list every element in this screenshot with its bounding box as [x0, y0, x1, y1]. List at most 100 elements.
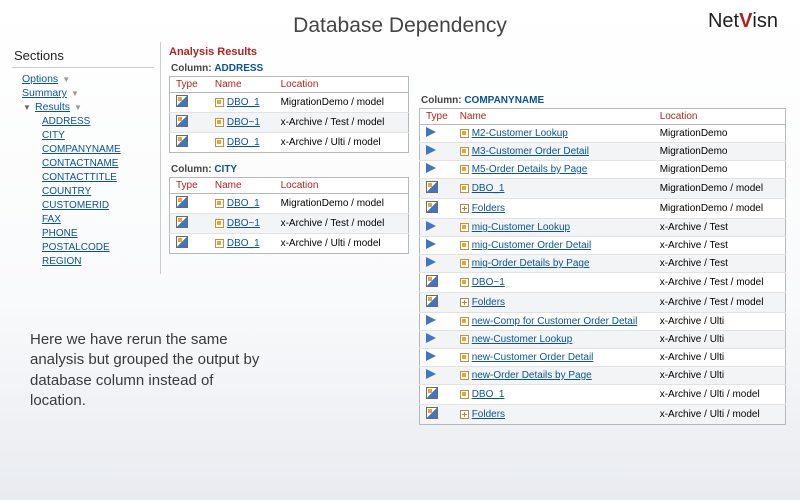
sidebar-sublink[interactable]: ADDRESS — [42, 116, 90, 127]
sidebar-subitem[interactable]: CONTACTNAME — [42, 156, 154, 170]
cell-type — [170, 194, 209, 214]
column-label-value: CITY — [214, 164, 237, 175]
table-row[interactable]: M5-Order Details by PageMigrationDemo — [420, 161, 786, 179]
row-link[interactable]: DBO_1 — [227, 198, 260, 209]
cell-name: new-Order Details by Page — [454, 367, 654, 385]
logo: NetVisn — [708, 10, 778, 33]
row-link[interactable]: new-Customer Order Detail — [472, 352, 594, 363]
row-link[interactable]: new-Order Details by Page — [472, 370, 592, 381]
sidebar-sublink[interactable]: REGION — [42, 256, 81, 267]
table-row[interactable]: mig-Customer Lookupx-Archive / Test — [420, 219, 786, 237]
sidebar-header: Sections — [12, 46, 154, 68]
table-row[interactable]: DBO~1 x-Archive / Test / model — [170, 113, 409, 133]
table-row[interactable]: M2-Customer LookupMigrationDemo — [420, 125, 786, 143]
table-row[interactable]: DBO~1x-Archive / Test / model — [170, 214, 409, 234]
row-link[interactable]: DBO~1 — [227, 117, 260, 128]
row-link[interactable]: DBO_1 — [227, 238, 260, 249]
sidebar-link[interactable]: Options — [22, 73, 58, 85]
th-name[interactable]: Name — [209, 178, 275, 194]
sidebar-sublink[interactable]: CITY — [42, 130, 65, 141]
row-link[interactable]: new-Customer Lookup — [472, 334, 573, 345]
table-row[interactable]: DBO~1x-Archive / Test / model — [420, 273, 786, 293]
cell-name: DBO_1 — [454, 385, 654, 405]
th-location[interactable]: Location — [275, 178, 409, 194]
sidebar-sublink[interactable]: CUSTOMERID — [42, 200, 109, 211]
table-row[interactable]: new-Customer Lookup x-Archive / Ulti — [420, 331, 786, 349]
row-link[interactable]: new-Comp for Customer Order Detail — [472, 316, 638, 327]
report-icon — [176, 236, 188, 248]
sidebar-link[interactable]: Results — [35, 101, 70, 113]
cell-location: x-Archive / Ulti — [654, 331, 786, 349]
table-row[interactable]: new-Customer Order Detailx-Archive / Ult… — [420, 349, 786, 367]
sidebar-sublink[interactable]: POSTALCODE — [42, 242, 110, 253]
sidebar-sublink[interactable]: COMPANYNAME — [42, 144, 121, 155]
row-link[interactable]: mig-Order Details by Page — [472, 258, 590, 269]
row-link[interactable]: DBO~1 — [472, 277, 505, 288]
table-row[interactable]: DBO_1MigrationDemo / model — [170, 93, 409, 113]
table-row[interactable]: Foldersx-Archive / Ulti / model — [420, 405, 786, 425]
table-row[interactable]: new-Order Details by Pagex-Archive / Ult… — [420, 367, 786, 385]
sidebar-subitem[interactable]: PHONE — [42, 226, 154, 240]
page-title: Database Dependency — [0, 0, 800, 42]
report-icon — [426, 201, 438, 213]
sidebar-subitem[interactable]: CUSTOMERID — [42, 198, 154, 212]
report-icon — [176, 196, 188, 208]
object-icon — [460, 317, 469, 326]
sidebar-subitem[interactable]: POSTALCODE — [42, 240, 154, 254]
table-row[interactable]: DBO_1x-Archive / Ulti / model — [170, 133, 409, 153]
sidebar-subitem[interactable]: COMPANYNAME — [42, 142, 154, 156]
row-link[interactable]: DBO_1 — [227, 137, 260, 148]
table-row[interactable]: DBO_1MigrationDemo / model — [420, 179, 786, 199]
table-row[interactable]: mig-Order Details by Pagex-Archive / Tes… — [420, 255, 786, 273]
sidebar-item-results[interactable]: ▼ Results ▼ — [22, 100, 154, 114]
th-name[interactable]: Name — [209, 77, 275, 93]
row-link[interactable]: mig-Customer Lookup — [472, 222, 570, 233]
table-row[interactable]: DBO_1x-Archive / Ulti / model — [420, 385, 786, 405]
cell-location: x-Archive / Test / model — [275, 113, 409, 133]
th-type[interactable]: Type — [170, 77, 209, 93]
table-row[interactable]: DBO_1MigrationDemo / model — [170, 194, 409, 214]
sidebar-item-options[interactable]: Options ▼ — [22, 72, 154, 86]
cell-location: MigrationDemo / model — [654, 199, 786, 219]
row-link[interactable]: mig-Customer Order Detail — [472, 240, 591, 251]
row-link[interactable]: DBO~1 — [227, 218, 260, 229]
row-link[interactable]: DBO_1 — [472, 389, 505, 400]
sidebar-link[interactable]: Summary — [22, 87, 67, 99]
row-link[interactable]: DBO_1 — [227, 97, 260, 108]
sidebar-sublink[interactable]: PHONE — [42, 228, 78, 239]
cell-name: DBO~1 — [454, 273, 654, 293]
sidebar-subitem[interactable]: REGION — [42, 254, 154, 268]
row-link[interactable]: Folders — [472, 203, 505, 214]
sidebar-sublink[interactable]: FAX — [42, 214, 61, 225]
table-row[interactable]: new-Comp for Customer Order Detailx-Arch… — [420, 313, 786, 331]
row-link[interactable]: M2-Customer Lookup — [472, 128, 568, 139]
sidebar-subitem[interactable]: ADDRESS — [42, 114, 154, 128]
th-location[interactable]: Location — [654, 109, 786, 125]
sidebar-subitem[interactable]: COUNTRY — [42, 184, 154, 198]
table-row[interactable]: Foldersx-Archive / Test / model — [420, 293, 786, 313]
sidebar-sublink[interactable]: CONTACTTITLE — [42, 172, 117, 183]
table-row[interactable]: DBO_1x-Archive / Ulti / model — [170, 234, 409, 254]
row-link[interactable]: DBO_1 — [472, 183, 505, 194]
th-location[interactable]: Location — [275, 77, 409, 93]
cell-type — [420, 367, 454, 385]
row-link[interactable]: Folders — [472, 297, 505, 308]
sidebar-item-summary[interactable]: Summary ▼ — [22, 86, 154, 100]
sidebar-subitem[interactable]: FAX — [42, 212, 154, 226]
th-name[interactable]: Name — [454, 109, 654, 125]
row-link[interactable]: M3-Customer Order Detail — [472, 146, 589, 157]
th-type[interactable]: Type — [420, 109, 454, 125]
row-link[interactable]: M5-Order Details by Page — [472, 164, 588, 175]
sidebar-subitem[interactable]: CONTACTTITLE — [42, 170, 154, 184]
sidebar-sublink[interactable]: CONTACTNAME — [42, 158, 118, 169]
row-link[interactable]: Folders — [472, 409, 505, 420]
th-type[interactable]: Type — [170, 178, 209, 194]
chevron-collapsed-icon: ▼ — [73, 103, 83, 112]
cell-location: MigrationDemo — [654, 143, 786, 161]
object-icon — [460, 223, 469, 232]
sidebar-sublink[interactable]: COUNTRY — [42, 186, 91, 197]
sidebar-subitem[interactable]: CITY — [42, 128, 154, 142]
table-row[interactable]: Folders MigrationDemo / model — [420, 199, 786, 219]
table-row[interactable]: M3-Customer Order Detail MigrationDemo — [420, 143, 786, 161]
table-row[interactable]: mig-Customer Order Detailx-Archive / Tes… — [420, 237, 786, 255]
